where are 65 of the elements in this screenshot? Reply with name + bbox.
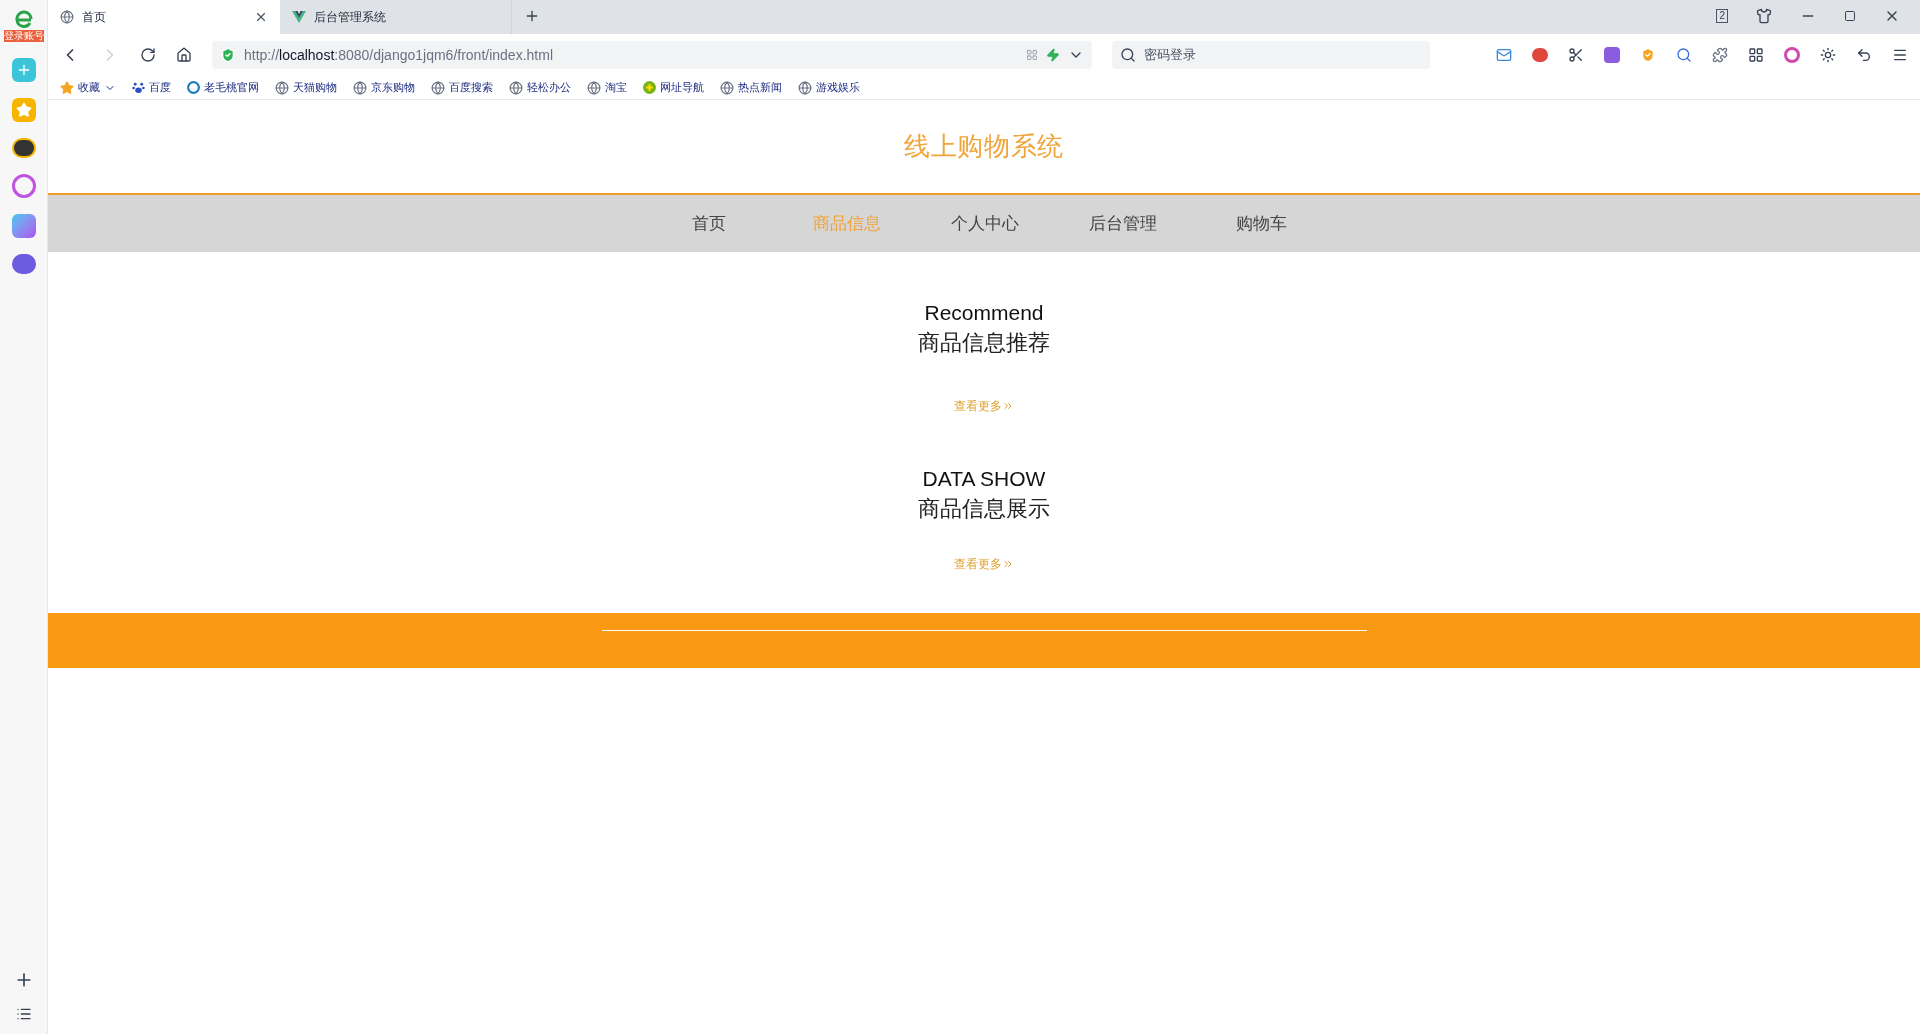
bookmark[interactable]: 热点新闻 — [720, 79, 782, 96]
ring-app-icon[interactable] — [11, 174, 36, 198]
bookmark[interactable]: 网址导航 — [643, 79, 704, 96]
globe-icon — [798, 80, 812, 95]
bookmark[interactable]: 淘宝 — [587, 79, 627, 96]
globe-icon — [431, 80, 445, 95]
undo-icon[interactable] — [1856, 47, 1872, 63]
reload-icon[interactable] — [140, 47, 156, 63]
v-logo-icon — [292, 11, 306, 23]
globe-icon — [587, 80, 601, 95]
close-icon[interactable] — [254, 10, 268, 24]
url-text: http://localhost:8080/django1jqm6/front/index.html — [244, 45, 554, 65]
section-title: 商品信息展示 — [918, 495, 1050, 523]
globe-icon — [720, 80, 734, 95]
bookmark[interactable]: 百度 — [132, 79, 171, 96]
search-icon — [1120, 47, 1136, 63]
bookmark[interactable]: 老毛桃官网 — [187, 79, 259, 96]
bookmark[interactable]: 游戏娱乐 — [798, 79, 860, 96]
shield-icon — [220, 47, 236, 63]
restore-icon[interactable] — [1844, 10, 1856, 22]
double-chevron-icon — [1002, 400, 1014, 412]
nav-link[interactable]: 购物车 — [1218, 210, 1304, 237]
bookmark[interactable]: 百度搜索 — [431, 79, 493, 96]
search-field[interactable]: 密码登录 — [1112, 41, 1430, 69]
section-subtitle: DATA SHOW — [922, 466, 1046, 492]
globe-icon — [353, 80, 367, 95]
bookmark[interactable]: 京东购物 — [353, 79, 415, 96]
search-input[interactable]: 密码登录 — [1144, 45, 1422, 65]
bookmark[interactable]: 天猫购物 — [275, 79, 337, 96]
robot-app-icon[interactable] — [11, 138, 36, 158]
address-bar[interactable]: http://localhost:8080/django1jqm6/front/index.html — [212, 41, 1092, 69]
skin-icon[interactable] — [1756, 8, 1772, 24]
translate-icon[interactable] — [1604, 47, 1620, 63]
window-count[interactable]: 2 — [1716, 9, 1728, 23]
new-tab-icon[interactable] — [524, 8, 540, 24]
globe-icon — [60, 10, 74, 24]
brightness-icon[interactable] — [1820, 47, 1836, 63]
globe-icon — [509, 80, 523, 95]
ring-icon — [187, 81, 200, 94]
section-subtitle: Recommend — [924, 300, 1044, 326]
scissors-icon[interactable] — [1568, 47, 1584, 63]
nav-link[interactable]: 首页 — [666, 210, 752, 237]
lightning-icon[interactable] — [1046, 48, 1060, 62]
double-chevron-icon — [1002, 558, 1014, 570]
home-icon[interactable] — [176, 47, 192, 63]
grid-icon[interactable] — [1748, 47, 1764, 63]
bookmark[interactable]: 收藏 — [60, 79, 116, 96]
menu-icon[interactable] — [1892, 47, 1908, 63]
nav-link[interactable]: 个人中心 — [942, 210, 1028, 237]
section-title: 商品信息推荐 — [918, 329, 1050, 357]
bookmark[interactable]: 轻松办公 — [509, 79, 571, 96]
ring-icon[interactable] — [1784, 47, 1800, 63]
puzzle-icon[interactable] — [1712, 47, 1728, 63]
globe-icon — [275, 80, 289, 95]
site-title: 线上购物系统 — [904, 130, 1064, 163]
magnifier-icon[interactable] — [1676, 47, 1692, 63]
star-icon — [60, 80, 74, 95]
list-icon[interactable] — [15, 1006, 32, 1022]
mail-icon[interactable] — [1496, 47, 1512, 63]
square-app-icon[interactable] — [11, 214, 36, 238]
browser-tab[interactable]: 首页 — [48, 0, 280, 34]
plus-circle-icon — [643, 81, 656, 94]
nav-link[interactable]: 后台管理 — [1080, 210, 1166, 237]
star-app-icon[interactable] — [11, 98, 36, 122]
paw-icon — [132, 81, 145, 94]
